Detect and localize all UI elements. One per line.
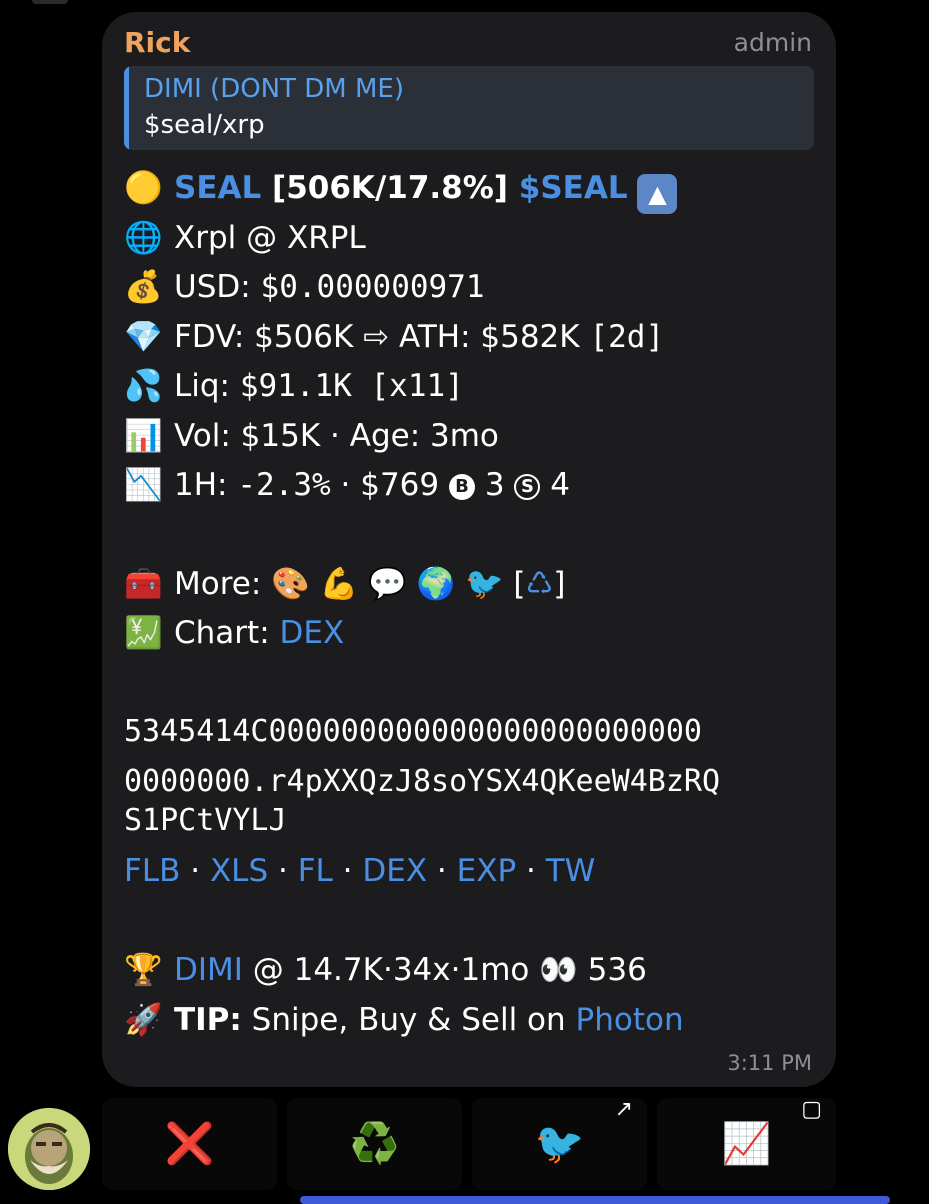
admin-badge: admin [733,28,812,57]
more-line: 🧰 More: 🎨 💪 💬 🌍 🐦 [♺] [124,561,565,607]
sender-name[interactable]: Rick [124,26,190,59]
recycle-icon: ♻️ [349,1121,400,1167]
keyboard-button-refresh[interactable]: ♻️ [287,1098,462,1190]
liq-label: Liq: [174,368,240,404]
liquidity-line: 💦 Liq: $91.1K [x11] [124,363,464,409]
tip-line: 🚀 TIP: Snipe, Buy & Sell on Photon [124,997,684,1043]
caller-link[interactable]: DIMI [174,952,243,988]
ath-age: [2d] [589,319,665,355]
link-separator: · [427,853,457,889]
keyboard-button-close[interactable]: ❌ [102,1098,277,1190]
droplets-icon: 💦 [124,368,163,404]
trophy-icon: 🏆 [124,952,163,988]
sells-count: 4 [540,467,570,503]
reply-author: DIMI (DONT DM ME) [144,74,404,104]
usd-label: USD: [174,269,261,305]
sells-icon: S [514,474,541,500]
gem-icon: 💎 [124,319,163,355]
caller-stats: @ 14.7K·34x·1mo 👀 536 [242,952,647,988]
cross-mark-icon: ❌ [164,1121,215,1167]
link-tw[interactable]: TW [546,853,596,889]
caller-line: 🏆 DIMI @ 14.7K·34x·1mo 👀 536 [124,947,647,993]
ticker-link[interactable]: $SEAL [519,170,628,206]
more-emoji-links[interactable]: 🎨 💪 💬 🌍 🐦 [271,566,503,602]
top-edge-element [32,0,68,4]
chart-line: 💹 Chart: DEX [124,610,344,656]
reply-quote[interactable]: DIMI (DONT DM ME) $seal/xrp [124,66,814,150]
message-bubble: Rick admin DIMI (DONT DM ME) $seal/xrp 🟡… [102,12,836,1087]
more-label: More: [174,566,272,602]
chain-line: 🌐 Xrpl @ XRPL [124,215,366,261]
volume-line: 📊 Vol: $15K · Age: 3mo [124,413,499,459]
message-time: 3:11 PM [727,1051,812,1075]
avatar[interactable] [8,1108,90,1190]
link-fl[interactable]: FL [298,853,333,889]
token-line: 🟡 SEAL [506K/17.8%] $SEAL ▲ [124,165,678,214]
links-row: FLB · XLS · FL · DEX · EXP · TW [124,848,595,894]
link-flb[interactable]: FLB [124,853,180,889]
toolbox-icon: 🧰 [124,566,163,602]
change-line: 📉 1H: -2.3% · $769 B 3 S 4 [124,462,570,508]
chart-dex-link[interactable]: DEX [280,615,345,651]
bracket-close: ] [553,566,566,602]
link-separator: · [332,853,363,889]
address-line-3[interactable]: S1PCtVYLJ [124,798,287,844]
photon-link[interactable]: Photon [576,1002,684,1038]
recycle-link-icon[interactable]: ♺ [526,566,554,602]
tip-label: TIP: [174,1002,242,1038]
reply-text: $seal/xrp [144,110,265,140]
link-separator: · [268,853,298,889]
fdv-line: 💎 FDV: $506K ⇨ ATH: $582K [2d] [124,314,664,360]
bottom-input-edge [300,1196,890,1204]
buys-count: 3 [474,467,515,503]
money-bag-icon: 💰 [124,269,163,305]
volume-text: Vol: $15K · Age: 3mo [174,418,499,454]
up-arrow-icon: ▲ [637,174,678,214]
chart-increasing-icon: 📈 [721,1121,772,1167]
bracket-open: [ [503,566,526,602]
chain-text: Xrpl @ XRPL [174,220,366,256]
webapp-icon: ▢ [801,1097,822,1122]
token-stats: [506K/17.8%] [261,170,519,206]
chart-label: Chart: [174,615,280,651]
keyboard-button-bird[interactable]: 🐦 ↗ [472,1097,647,1190]
reply-accent-bar [124,66,129,150]
bar-chart-icon: 📊 [124,418,163,454]
yellow-circle-icon: 🟡 [124,170,163,206]
buys-icon: B [448,474,475,500]
chart-yen-icon: 💹 [124,615,163,651]
tip-text: Snipe, Buy & Sell on [241,1002,576,1038]
link-separator: · [516,853,546,889]
link-dex[interactable]: DEX [362,853,427,889]
usd-value: $0.000000971 [260,269,485,305]
address-line-1[interactable]: 5345414C000000000000000000000000 [124,709,702,755]
link-exp[interactable]: EXP [457,853,517,889]
change-label: 1H: [174,467,238,503]
token-name-link[interactable]: SEAL [174,170,261,206]
change-volume: · $769 [330,467,449,503]
link-xls[interactable]: XLS [210,853,268,889]
external-link-icon: ↗ [614,1097,633,1122]
liq-value: $91.1K [x11] [239,368,464,404]
avatar-face-icon [8,1108,90,1190]
fdv-text: FDV: $506K ⇨ ATH: $582K [174,319,590,355]
keyboard-button-chart[interactable]: 📈 ▢ [657,1097,836,1190]
rocket-icon: 🚀 [124,1002,163,1038]
bird-icon: 🐦 [534,1121,585,1167]
globe-icon: 🌐 [124,220,163,256]
change-value: -2.3% [237,467,331,503]
usd-line: 💰 USD: $0.000000971 [124,264,485,310]
link-separator: · [180,853,210,889]
chart-decreasing-icon: 📉 [124,467,163,503]
